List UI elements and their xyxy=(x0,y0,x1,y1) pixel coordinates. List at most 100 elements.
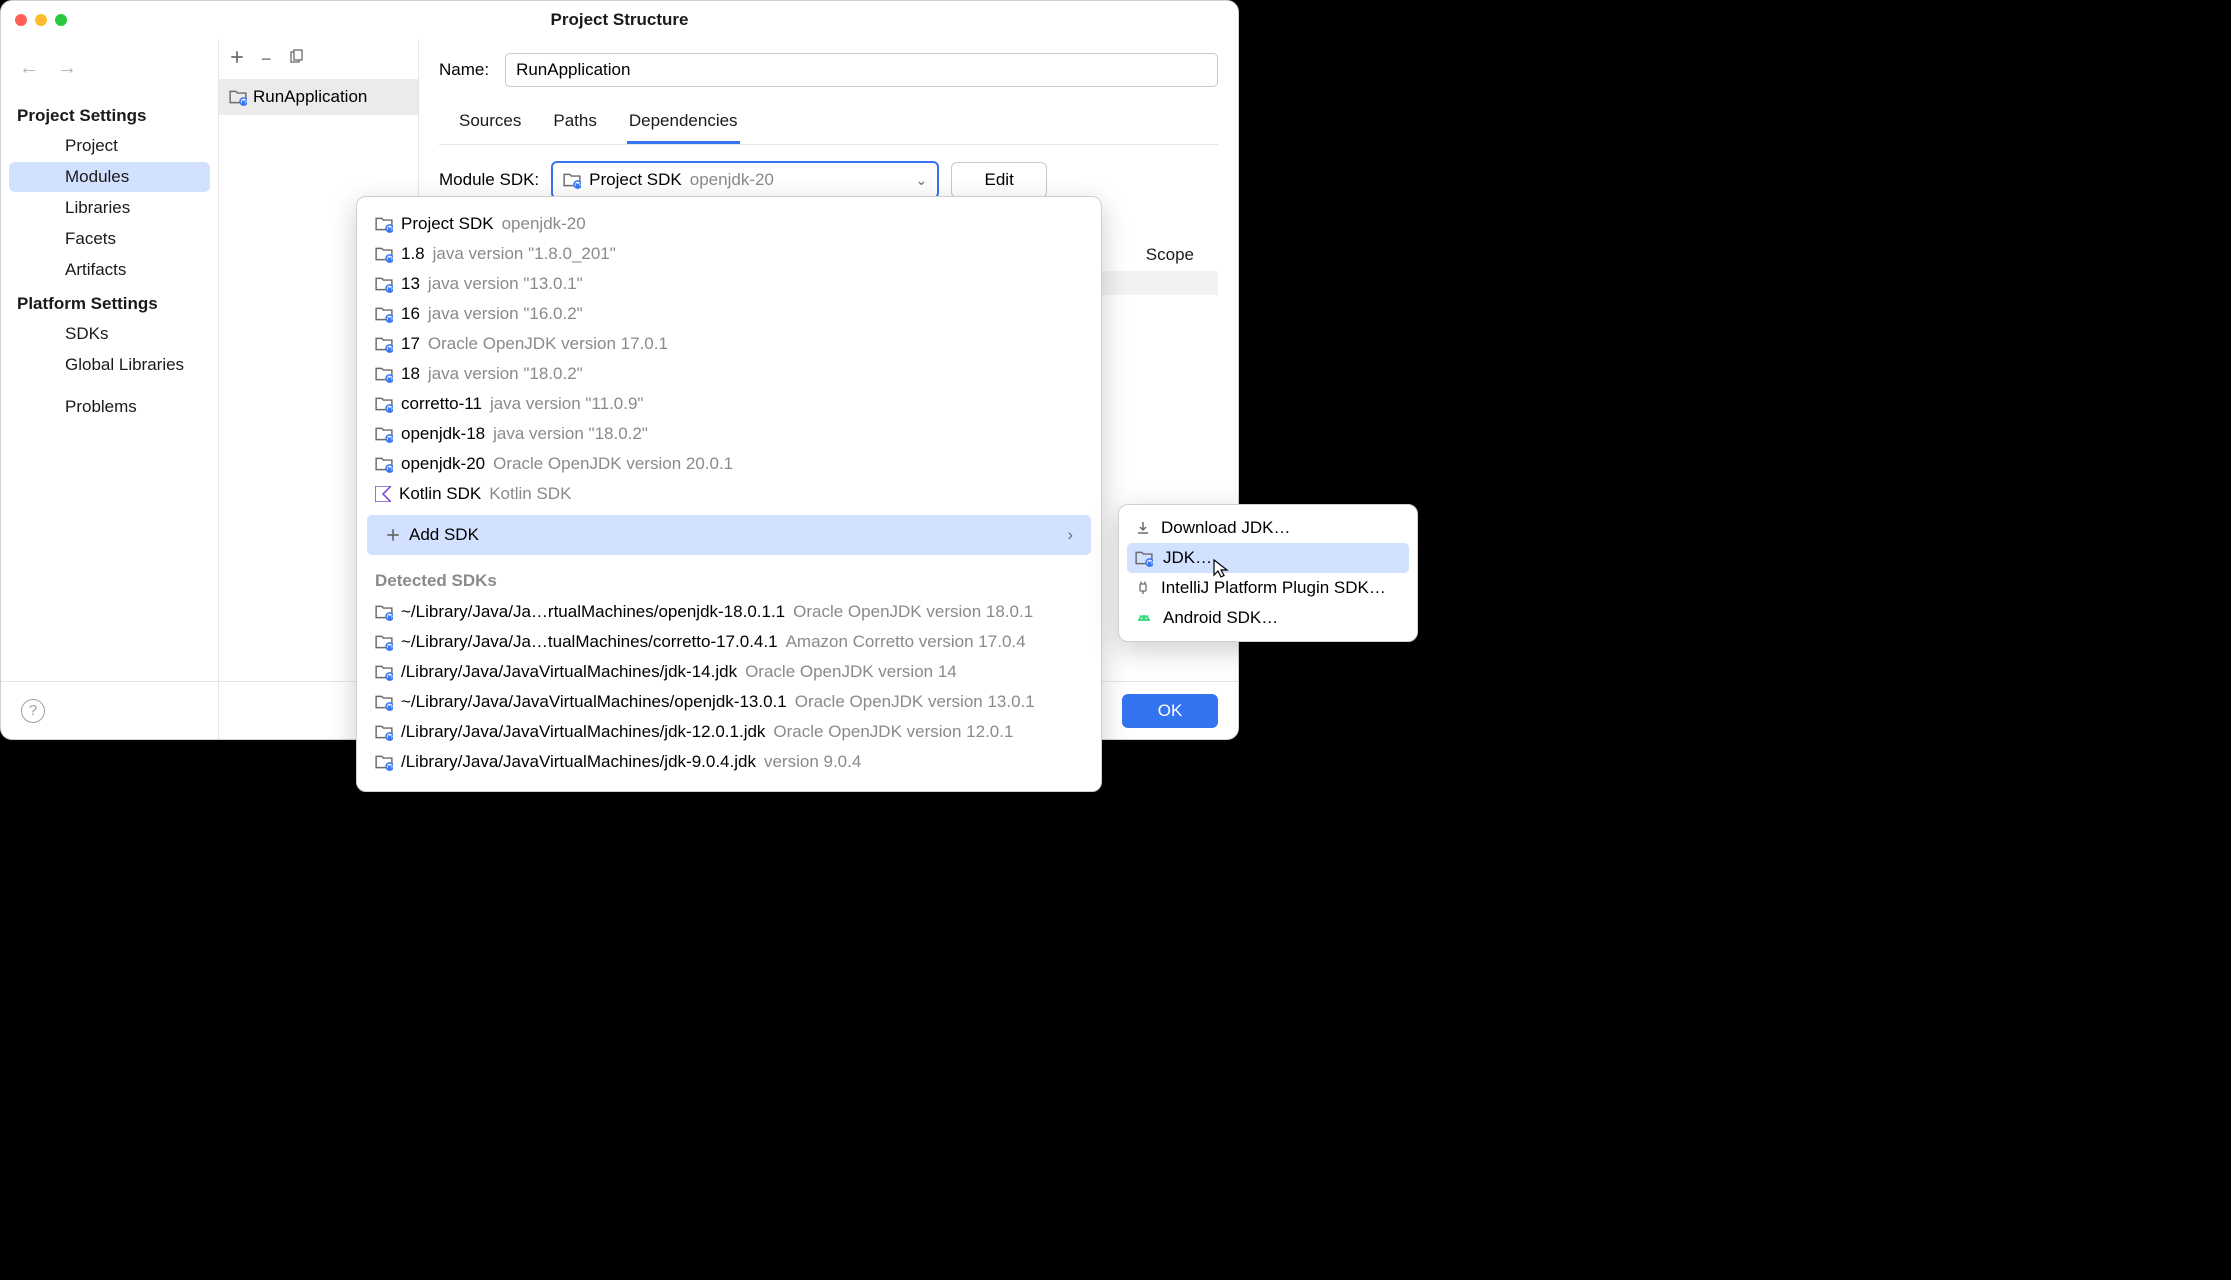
name-label: Name: xyxy=(439,60,489,80)
module-sdk-label: Module SDK: xyxy=(439,170,539,190)
chevron-down-icon: ⌄ xyxy=(915,172,927,189)
detected-sdk-option[interactable]: ~/Library/Java/Ja…rtualMachines/openjdk-… xyxy=(357,597,1101,627)
detected-sdk-detail: Oracle OpenJDK version 14 xyxy=(745,662,957,682)
tab-dependencies[interactable]: Dependencies xyxy=(627,105,740,144)
sdk-option[interactable]: openjdk-20 Oracle OpenJDK version 20.0.1 xyxy=(357,449,1101,479)
chevron-right-icon: › xyxy=(1067,525,1073,545)
sdk-option-name: 13 xyxy=(401,274,420,294)
nav-project[interactable]: Project xyxy=(9,131,210,161)
sdk-option-detail: java version "18.0.2" xyxy=(428,364,583,384)
sdk-option-detail: java version "1.8.0_201" xyxy=(433,244,616,264)
detected-sdk-option[interactable]: /Library/Java/JavaVirtualMachines/jdk-14… xyxy=(357,657,1101,687)
plus-icon xyxy=(385,527,401,543)
tab-sources[interactable]: Sources xyxy=(457,105,523,144)
minimize-window-icon[interactable] xyxy=(35,14,47,26)
submenu-item-label: JDK… xyxy=(1163,548,1212,568)
settings-nav: ← → Project Settings Project Modules Lib… xyxy=(1,39,219,739)
add-module-icon[interactable] xyxy=(229,49,245,70)
remove-module-icon[interactable]: − xyxy=(261,49,272,70)
sdk-option-detail: Kotlin SDK xyxy=(489,484,571,504)
detected-sdk-path: /Library/Java/JavaVirtualMachines/jdk-9.… xyxy=(401,752,756,772)
jdk-icon xyxy=(375,663,393,681)
jdk-icon xyxy=(375,395,393,413)
detected-sdk-option[interactable]: /Library/Java/JavaVirtualMachines/jdk-9.… xyxy=(357,747,1101,777)
submenu-item[interactable]: Download JDK… xyxy=(1119,513,1417,543)
back-icon[interactable]: ← xyxy=(19,57,39,80)
nav-artifacts[interactable]: Artifacts xyxy=(9,255,210,285)
module-sdk-dropdown[interactable]: Project SDK openjdk-20 ⌄ xyxy=(551,161,939,199)
nav-facets[interactable]: Facets xyxy=(9,224,210,254)
jdk-icon xyxy=(375,335,393,353)
nav-global-libraries[interactable]: Global Libraries xyxy=(9,350,210,380)
nav-libraries[interactable]: Libraries xyxy=(9,193,210,223)
sdk-selected-detail: openjdk-20 xyxy=(690,170,774,190)
jdk-icon xyxy=(375,603,393,621)
sdk-selected-main: Project SDK xyxy=(589,170,682,190)
sdk-option[interactable]: Kotlin SDK Kotlin SDK xyxy=(357,479,1101,509)
detected-sdk-detail: version 9.0.4 xyxy=(764,752,861,772)
sdk-option[interactable]: 16 java version "16.0.2" xyxy=(357,299,1101,329)
jdk-icon xyxy=(563,171,581,189)
jdk-icon xyxy=(375,693,393,711)
module-item[interactable]: RunApplication xyxy=(219,79,418,115)
sdk-dropdown-popup: Project SDK openjdk-201.8 java version "… xyxy=(356,196,1102,792)
copy-module-icon[interactable] xyxy=(288,49,304,70)
jdk-icon xyxy=(375,245,393,263)
detected-sdk-option[interactable]: ~/Library/Java/Ja…tualMachines/corretto-… xyxy=(357,627,1101,657)
scope-column-header: Scope xyxy=(1146,245,1194,265)
detected-sdk-option[interactable]: /Library/Java/JavaVirtualMachines/jdk-12… xyxy=(357,717,1101,747)
sdk-option-detail: java version "16.0.2" xyxy=(428,304,583,324)
tab-paths[interactable]: Paths xyxy=(551,105,598,144)
detected-sdk-option[interactable]: ~/Library/Java/JavaVirtualMachines/openj… xyxy=(357,687,1101,717)
help-icon[interactable]: ? xyxy=(21,699,45,723)
forward-icon[interactable]: → xyxy=(57,57,77,80)
download-icon xyxy=(1135,520,1151,536)
submenu-item[interactable]: Android SDK… xyxy=(1119,603,1417,633)
ok-button[interactable]: OK xyxy=(1122,694,1218,728)
sdk-option-detail: java version "11.0.9" xyxy=(490,394,644,414)
sdk-option-name: 1.8 xyxy=(401,244,425,264)
jdk-icon xyxy=(375,305,393,323)
add-sdk-item[interactable]: Add SDK › xyxy=(367,515,1091,555)
sdk-option[interactable]: Project SDK openjdk-20 xyxy=(357,209,1101,239)
detected-sdk-path: /Library/Java/JavaVirtualMachines/jdk-12… xyxy=(401,722,765,742)
sdk-option[interactable]: corretto-11 java version "11.0.9" xyxy=(357,389,1101,419)
detected-sdk-detail: Oracle OpenJDK version 12.0.1 xyxy=(773,722,1013,742)
jdk-icon xyxy=(375,455,393,473)
sdk-option-name: openjdk-20 xyxy=(401,454,485,474)
detected-sdk-detail: Oracle OpenJDK version 13.0.1 xyxy=(795,692,1035,712)
sdk-option-name: Project SDK xyxy=(401,214,494,234)
nav-sdks[interactable]: SDKs xyxy=(9,319,210,349)
nav-modules[interactable]: Modules xyxy=(9,162,210,192)
module-tabs: Sources Paths Dependencies xyxy=(439,105,1218,145)
submenu-item[interactable]: JDK… xyxy=(1127,543,1409,573)
add-sdk-submenu: Download JDK… JDK… IntelliJ Platform Plugi… xyxy=(1118,504,1418,642)
submenu-item[interactable]: IntelliJ Platform Plugin SDK… xyxy=(1119,573,1417,603)
sdk-option[interactable]: 18 java version "18.0.2" xyxy=(357,359,1101,389)
module-name-input[interactable] xyxy=(505,53,1218,87)
module-item-label: RunApplication xyxy=(253,87,367,107)
sdk-option[interactable]: openjdk-18 java version "18.0.2" xyxy=(357,419,1101,449)
sdk-option-name: 16 xyxy=(401,304,420,324)
plugin-icon xyxy=(1135,580,1151,596)
sdk-option-detail: java version "18.0.2" xyxy=(493,424,648,444)
jdk-icon xyxy=(375,275,393,293)
edit-sdk-button[interactable]: Edit xyxy=(951,162,1047,198)
jdk-icon xyxy=(1135,549,1153,567)
sdk-option-name: 17 xyxy=(401,334,420,354)
sdk-option-detail: java version "13.0.1" xyxy=(428,274,583,294)
jdk-icon xyxy=(375,753,393,771)
sdk-option[interactable]: 17 Oracle OpenJDK version 17.0.1 xyxy=(357,329,1101,359)
section-platform-settings: Platform Settings xyxy=(1,286,218,318)
sdk-option[interactable]: 1.8 java version "1.8.0_201" xyxy=(357,239,1101,269)
submenu-item-label: Download JDK… xyxy=(1161,518,1290,538)
detected-sdk-detail: Oracle OpenJDK version 18.0.1 xyxy=(793,602,1033,622)
maximize-window-icon[interactable] xyxy=(55,14,67,26)
close-window-icon[interactable] xyxy=(15,14,27,26)
sdk-option[interactable]: 13 java version "13.0.1" xyxy=(357,269,1101,299)
jdk-icon xyxy=(375,425,393,443)
add-sdk-label: Add SDK xyxy=(409,525,479,545)
nav-problems[interactable]: Problems xyxy=(9,381,210,422)
sdk-option-detail: Oracle OpenJDK version 17.0.1 xyxy=(428,334,668,354)
section-project-settings: Project Settings xyxy=(1,98,218,130)
